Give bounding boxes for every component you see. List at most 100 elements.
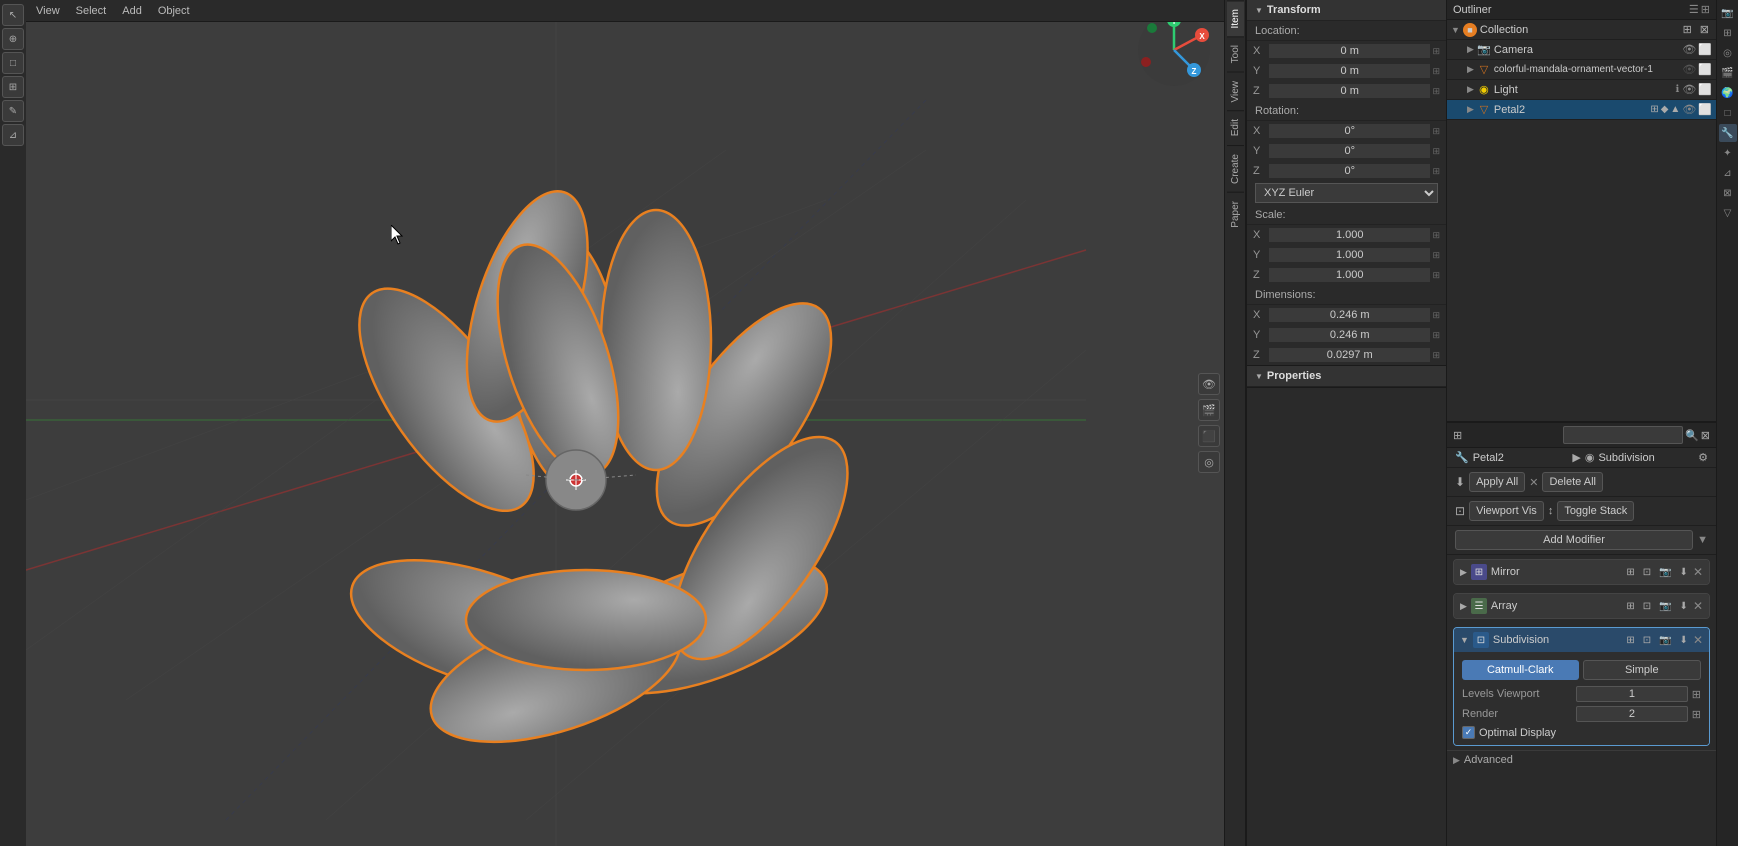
- mirror-close[interactable]: ✕: [1693, 565, 1703, 579]
- array-btn-2[interactable]: ⊡: [1640, 600, 1654, 613]
- tab-item[interactable]: Item: [1227, 0, 1244, 36]
- array-btn-3[interactable]: 📷: [1656, 600, 1674, 613]
- location-x-copy[interactable]: ⊞: [1432, 46, 1440, 57]
- rotation-x-input[interactable]: 0°: [1269, 124, 1430, 138]
- tab-tool[interactable]: Tool: [1227, 36, 1244, 71]
- location-x-input[interactable]: 0 m: [1269, 44, 1430, 58]
- toolbar-btn-transform[interactable]: ⊞: [2, 76, 24, 98]
- viewport-camera-icon[interactable]: 🎬: [1198, 399, 1220, 421]
- subdivision-btn-2[interactable]: ⊡: [1640, 634, 1654, 647]
- outliner-item-petal2[interactable]: ▶ ▽ Petal2 ⊞ ◆ ▲ 👁 ⬜: [1447, 100, 1716, 120]
- mirror-collapse[interactable]: ▶: [1460, 567, 1467, 578]
- mandala-screen[interactable]: ⬜: [1698, 63, 1712, 76]
- modifier-search-icon[interactable]: 🔍: [1685, 429, 1699, 442]
- toggle-stack-button[interactable]: Toggle Stack: [1557, 501, 1634, 521]
- scale-y-copy[interactable]: ⊞: [1432, 250, 1440, 261]
- array-btn-1[interactable]: ⊞: [1623, 600, 1637, 613]
- modifier-search-input[interactable]: [1563, 426, 1683, 444]
- subdivision-collapse[interactable]: ▼: [1460, 635, 1469, 645]
- outliner-item-camera[interactable]: ▶ 📷 Camera 👁 ⬜: [1447, 40, 1716, 60]
- subdivision-btn-3[interactable]: 📷: [1656, 634, 1674, 647]
- modifier-mirror-header[interactable]: ▶ ⊞ Mirror ⊞ ⊡ 📷 ⬇ ✕: [1454, 560, 1709, 584]
- viewport-select-menu[interactable]: Select: [72, 3, 111, 19]
- viewport-render-icon[interactable]: ⬛: [1198, 425, 1220, 447]
- scale-z-input[interactable]: 1.000: [1269, 268, 1430, 282]
- petal2-material-icon[interactable]: ◆: [1661, 104, 1669, 115]
- viewport-view-icon[interactable]: 👁: [1198, 373, 1220, 395]
- scale-x-input[interactable]: 1.000: [1269, 228, 1430, 242]
- dimensions-x-input[interactable]: 0.246 m: [1269, 308, 1430, 322]
- petal2-expand[interactable]: ▶: [1467, 104, 1474, 115]
- transform-header[interactable]: Transform: [1247, 0, 1446, 21]
- dimensions-x-copy[interactable]: ⊞: [1432, 310, 1440, 321]
- mirror-btn-3[interactable]: 📷: [1656, 566, 1674, 579]
- collection-restrict-2[interactable]: ⊠: [1697, 22, 1712, 37]
- dimensions-y-input[interactable]: 0.246 m: [1269, 328, 1430, 342]
- viewport-view-menu[interactable]: View: [32, 3, 64, 19]
- mirror-btn-4[interactable]: ⬇: [1677, 566, 1691, 579]
- array-collapse[interactable]: ▶: [1460, 601, 1467, 612]
- main-viewport[interactable]: View Select Add Object: [26, 0, 1224, 846]
- mandala-expand[interactable]: ▶: [1467, 64, 1474, 75]
- toolbar-btn-cursor[interactable]: ⊕: [2, 28, 24, 50]
- subdivision-btn-1[interactable]: ⊞: [1623, 634, 1637, 647]
- toolbar-btn-move[interactable]: ↖: [2, 4, 24, 26]
- properties-section-header[interactable]: Properties: [1247, 366, 1446, 387]
- location-y-input[interactable]: 0 m: [1269, 64, 1430, 78]
- mandala-eye[interactable]: 👁: [1682, 63, 1696, 76]
- tab-create[interactable]: Create: [1227, 145, 1244, 192]
- viewport-overlay-icon[interactable]: ◎: [1198, 451, 1220, 473]
- toolbar-btn-select[interactable]: □: [2, 52, 24, 74]
- location-z-copy[interactable]: ⊞: [1432, 86, 1440, 97]
- render-value[interactable]: 2: [1576, 706, 1688, 722]
- location-y-copy[interactable]: ⊞: [1432, 66, 1440, 77]
- simple-button[interactable]: Simple: [1583, 660, 1702, 680]
- petal2-data-icon[interactable]: ▲: [1670, 104, 1680, 115]
- levels-viewport-value[interactable]: 1: [1576, 686, 1688, 702]
- modifier-settings-icon[interactable]: ⚙: [1698, 451, 1708, 464]
- petal2-eye[interactable]: 👁: [1682, 103, 1696, 116]
- array-close[interactable]: ✕: [1693, 599, 1703, 613]
- mod-tab-object[interactable]: □: [1719, 104, 1737, 122]
- mod-tab-physics[interactable]: ⊿: [1719, 164, 1737, 182]
- location-z-input[interactable]: 0 m: [1269, 84, 1430, 98]
- rotation-y-copy[interactable]: ⊞: [1432, 146, 1440, 157]
- mod-tab-modifier[interactable]: 🔧: [1719, 124, 1737, 142]
- dimensions-z-input[interactable]: 0.0297 m: [1269, 348, 1430, 362]
- outliner-item-light[interactable]: ▶ ◉ Light ℹ 👁 ⬜: [1447, 80, 1716, 100]
- mod-tab-constraints[interactable]: ⊠: [1719, 184, 1737, 202]
- mod-tab-scene[interactable]: 🎬: [1719, 64, 1737, 82]
- scale-x-copy[interactable]: ⊞: [1432, 230, 1440, 241]
- mod-tab-view-layer[interactable]: ◎: [1719, 44, 1737, 62]
- modifier-subdivision-header[interactable]: ▼ ⊡ Subdivision ⊞ ⊡ 📷 ⬇ ✕: [1454, 628, 1709, 652]
- levels-viewport-stepper[interactable]: ⊞: [1692, 688, 1701, 701]
- add-modifier-expand[interactable]: ▼: [1697, 534, 1708, 546]
- filter-icon-1[interactable]: ☰: [1689, 3, 1699, 16]
- delete-all-button[interactable]: Delete All: [1542, 472, 1602, 492]
- subdivision-btn-4[interactable]: ⬇: [1677, 634, 1691, 647]
- outliner-item-mandala[interactable]: ▶ ▽ colorful-mandala-ornament-vector-1 👁…: [1447, 60, 1716, 80]
- viewport-add-menu[interactable]: Add: [118, 3, 146, 19]
- render-stepper[interactable]: ⊞: [1692, 708, 1701, 721]
- add-modifier-button[interactable]: Add Modifier: [1455, 530, 1693, 550]
- mod-tab-particles[interactable]: ✦: [1719, 144, 1737, 162]
- toolbar-btn-measure[interactable]: ⊿: [2, 124, 24, 146]
- toolbar-btn-annotate[interactable]: ✎: [2, 100, 24, 122]
- modifier-array-header[interactable]: ▶ ☰ Array ⊞ ⊡ 📷 ⬇ ✕: [1454, 594, 1709, 618]
- catmull-clark-button[interactable]: Catmull-Clark: [1462, 660, 1579, 680]
- dimensions-y-copy[interactable]: ⊞: [1432, 330, 1440, 341]
- collection-expand[interactable]: ▼: [1451, 25, 1460, 35]
- rotation-mode-select[interactable]: XYZ Euler: [1255, 183, 1438, 203]
- mirror-btn-1[interactable]: ⊞: [1623, 566, 1637, 579]
- tab-paper[interactable]: Paper: [1227, 192, 1244, 236]
- mod-tab-world[interactable]: 🌍: [1719, 84, 1737, 102]
- collection-restrict-1[interactable]: ⊞: [1680, 22, 1695, 37]
- apply-all-button[interactable]: Apply All: [1469, 472, 1525, 492]
- modifier-panel-expand[interactable]: ⊠: [1701, 429, 1710, 442]
- scale-y-input[interactable]: 1.000: [1269, 248, 1430, 262]
- apply-all-close[interactable]: ✕: [1529, 476, 1538, 489]
- rotation-x-copy[interactable]: ⊞: [1432, 126, 1440, 137]
- advanced-section[interactable]: ▶ Advanced: [1447, 750, 1716, 769]
- viewport-gizmo[interactable]: Y X Z: [1134, 10, 1214, 90]
- light-screen[interactable]: ⬜: [1698, 83, 1712, 96]
